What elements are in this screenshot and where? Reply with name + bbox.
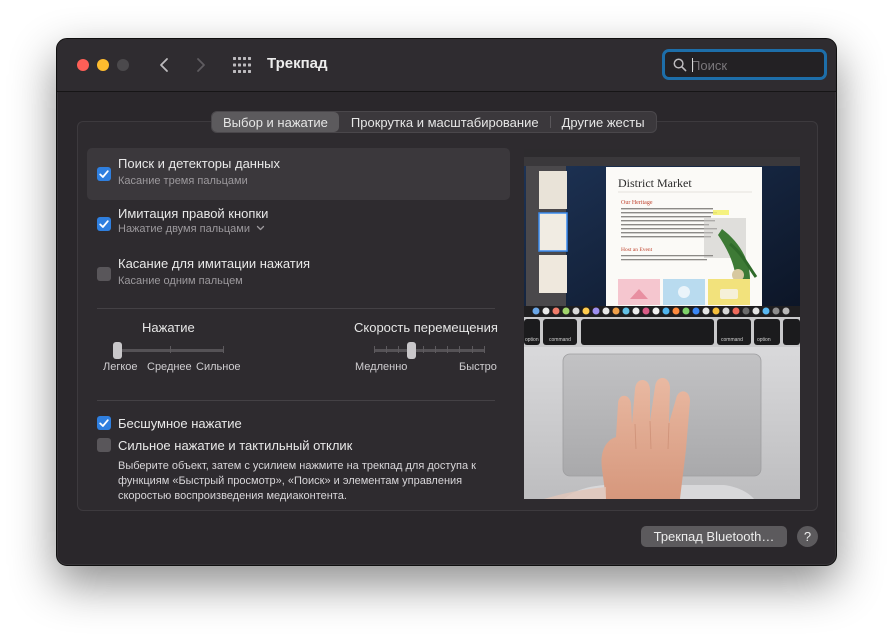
text-caret — [692, 58, 693, 72]
help-button[interactable]: ? — [797, 526, 818, 547]
lookup-title: Поиск и детекторы данных — [118, 156, 281, 171]
close-button[interactable] — [77, 59, 89, 71]
slider-tick — [398, 346, 399, 353]
secondary-click-subtitle: Нажатие двумя пальцами — [118, 223, 250, 235]
slider-tick — [447, 346, 448, 353]
click-label-light: Легкое — [103, 361, 138, 373]
zoom-button[interactable] — [117, 59, 129, 71]
window-title: Трекпад — [267, 55, 328, 72]
tab-scroll-and-zoom[interactable]: Прокрутка и масштабирование — [340, 112, 550, 132]
preview-heading-1: Our Heritage — [621, 200, 653, 206]
force-click-description: Выберите объект, затем с усилием нажмите… — [118, 460, 476, 502]
force-click-label: Сильное нажатие и тактильный отклик — [118, 438, 353, 453]
lookup-checkbox[interactable] — [97, 167, 111, 181]
option-tap-to-click[interactable]: Касание для имитации нажатия Касание одн… — [87, 248, 510, 300]
setup-bluetooth-trackpad-button[interactable]: Трекпад Bluetooth… — [641, 526, 787, 547]
chevron-down-icon — [256, 225, 265, 231]
tab-more-gestures[interactable]: Другие жесты — [551, 112, 656, 132]
silent-click-label: Бесшумное нажатие — [118, 416, 242, 431]
click-slider-title: Нажатие — [142, 320, 195, 335]
speed-label-slow: Медленно — [355, 361, 408, 373]
key-command-left: command — [549, 337, 571, 343]
slider-tick — [459, 346, 460, 353]
search-input[interactable] — [691, 55, 821, 75]
speed-slider-title: Скорость перемещения — [354, 320, 498, 335]
preview-heading-2: Host an Event — [621, 247, 653, 253]
checkmark-icon — [99, 419, 109, 427]
silent-click-checkbox[interactable] — [97, 416, 111, 430]
minimize-button[interactable] — [97, 59, 109, 71]
grid-icon — [233, 57, 251, 73]
preferences-window: Трекпад Выбор и нажатие Прокрутка и масш… — [56, 38, 837, 566]
titlebar: Трекпад — [57, 39, 836, 92]
tab-point-and-click[interactable]: Выбор и нажатие — [212, 112, 339, 132]
secondary-click-popup[interactable]: Нажатие двумя пальцами — [118, 223, 265, 235]
speed-label-fast: Быстро — [459, 361, 497, 373]
lookup-subtitle: Касание тремя пальцами — [118, 175, 248, 187]
slider-tick — [435, 346, 436, 353]
click-label-firm: Сильное — [196, 361, 241, 373]
option-lookup-data-detectors[interactable]: Поиск и детекторы данных Касание тремя п… — [87, 148, 510, 200]
checkmark-icon — [99, 220, 109, 228]
slider-tick — [223, 346, 224, 353]
slider-tick — [374, 346, 375, 353]
chevron-right-icon — [197, 58, 205, 72]
slider-tick — [386, 346, 387, 353]
gesture-preview-video: District Market Our Heritage Host an Eve… — [524, 149, 800, 499]
preview-doc-title: District Market — [618, 176, 692, 190]
slider-tick — [170, 346, 171, 353]
slider-tick — [484, 346, 485, 353]
tap-to-click-title: Касание для имитации нажатия — [118, 256, 311, 271]
key-option-right: option — [757, 337, 771, 343]
option-secondary-click[interactable]: Имитация правой кнопки Нажатие двумя пал… — [87, 198, 510, 250]
slider-tick — [423, 346, 424, 353]
tab-bar: Выбор и нажатие Прокрутка и масштабирова… — [211, 111, 657, 133]
tap-to-click-checkbox[interactable] — [97, 267, 111, 281]
chevron-left-icon — [160, 58, 168, 72]
search-icon — [673, 58, 687, 72]
forward-button[interactable] — [190, 53, 212, 77]
laptop-illustration: District Market Our Heritage Host an Eve… — [524, 149, 800, 499]
tap-to-click-subtitle: Касание одним пальцем — [118, 275, 243, 287]
show-all-button[interactable] — [232, 56, 252, 74]
divider — [97, 400, 495, 401]
secondary-click-title: Имитация правой кнопки — [118, 206, 269, 221]
speed-slider-track — [374, 349, 485, 352]
key-command-right: command — [721, 337, 743, 343]
key-option-left: option — [525, 337, 539, 343]
click-slider-knob[interactable] — [113, 342, 122, 359]
slider-tick — [472, 346, 473, 353]
back-button[interactable] — [153, 53, 175, 77]
force-click-checkbox[interactable] — [97, 438, 111, 452]
click-label-medium: Среднее — [147, 361, 192, 373]
secondary-click-checkbox[interactable] — [97, 217, 111, 231]
checkmark-icon — [99, 170, 109, 178]
search-field[interactable] — [662, 49, 827, 80]
divider — [97, 308, 495, 309]
speed-slider-knob[interactable] — [407, 342, 416, 359]
